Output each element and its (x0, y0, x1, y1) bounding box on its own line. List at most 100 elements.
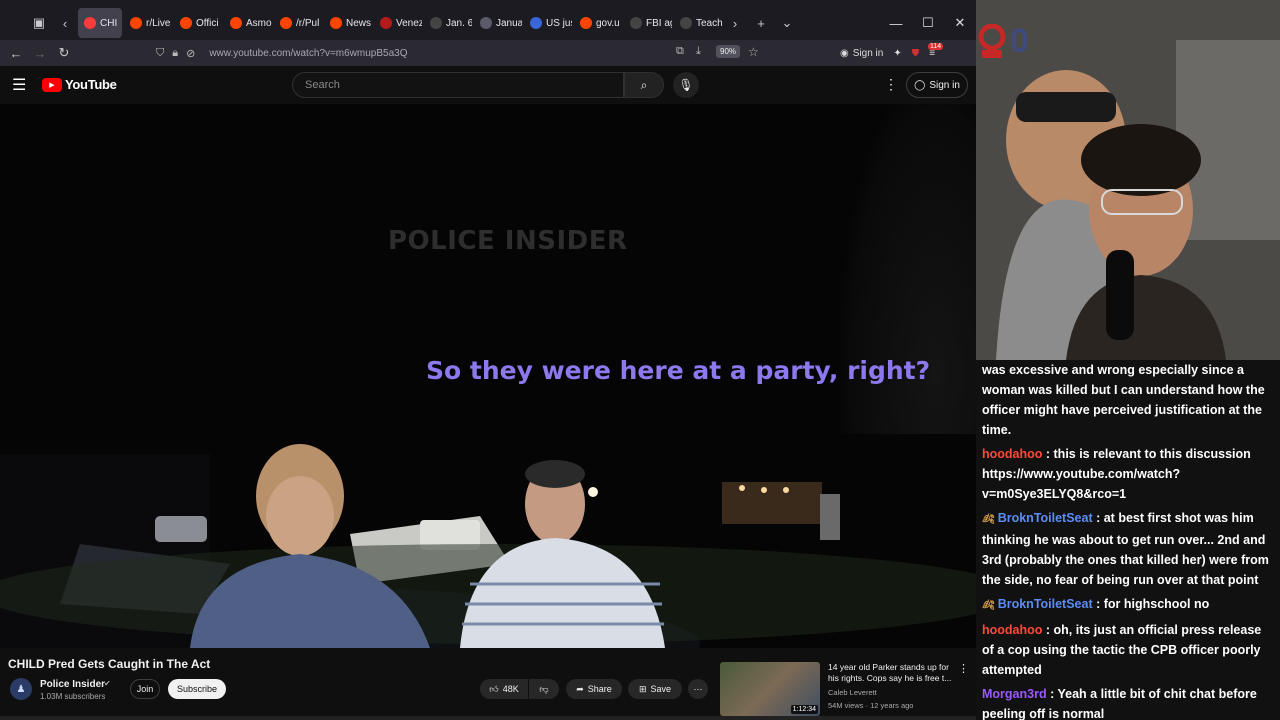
browser-tab[interactable]: r/Live (124, 8, 172, 38)
browser-tab[interactable]: gov.u (574, 8, 622, 38)
nav-right-group: ◉ Sign in ✦ ⛊ ≡ (840, 40, 935, 66)
settings-more-icon[interactable]: ⋮ (884, 76, 898, 93)
tab-strip: CHI✕ r/Live Offici Asmo/r/Pul News Venez Jan. … (78, 8, 722, 38)
recommended-video-meta: 54M views · 12 years ago (828, 701, 914, 710)
new-tab-icon[interactable]: + (748, 8, 774, 38)
tab-overview-icon[interactable]: ▣ (26, 8, 52, 38)
chat-username[interactable]: Morgan3rd (982, 687, 1047, 701)
browser-tab[interactable]: Januar (474, 8, 522, 38)
video-night-scene (0, 434, 976, 648)
url-bar[interactable]: ⛉ 🔒︎ ⊘ www.youtube.com/watch?v=m6wmupB5a… (156, 42, 766, 64)
channel-name[interactable]: Police Insider (40, 679, 105, 690)
more-actions-button[interactable]: ⋯ (688, 679, 708, 699)
tab-label: News (346, 17, 372, 29)
tab-label: Offici (196, 17, 219, 29)
youtube-logo[interactable]: ▶ YouTube (42, 77, 117, 92)
tab-favicon-icon (580, 17, 592, 29)
tab-favicon-icon (680, 17, 692, 29)
recommended-video-title[interactable]: 14 year old Parker stands up for his rig… (828, 662, 958, 684)
channel-avatar[interactable]: ♟ (10, 678, 32, 700)
browser-tab[interactable]: CHI✕ (78, 8, 122, 38)
browser-tab[interactable]: FBI ag (624, 8, 672, 38)
tab-favicon-icon (480, 17, 492, 29)
save-label: Save (650, 684, 672, 694)
browser-tab[interactable]: Asmo (224, 8, 272, 38)
recommended-video-channel[interactable]: Caleb Leverett (828, 688, 877, 697)
more-horizontal-icon: ⋯ (693, 683, 703, 694)
tab-label: Asmo (246, 17, 272, 29)
extensions-icon[interactable]: ✦ (893, 48, 901, 59)
voice-search-button[interactable]: 🎙︎ (673, 72, 699, 98)
share-button[interactable]: ➦ Share (566, 679, 622, 699)
tab-label: Januar (496, 17, 522, 29)
verified-check-icon: ✔ (104, 679, 111, 688)
shield-icon[interactable]: ⛉ (156, 47, 164, 60)
yt-sign-in-button[interactable]: ◯ Sign in (906, 72, 968, 98)
chat-username[interactable]: BroknToiletSeat (998, 597, 1093, 611)
browser-tab[interactable]: Offici (174, 8, 222, 38)
tab-favicon-icon (530, 17, 542, 29)
minimize-icon[interactable]: — (880, 16, 912, 31)
browser-tab[interactable]: US jus (524, 8, 572, 38)
video-progress-track[interactable] (0, 716, 976, 720)
tab-favicon-icon (230, 17, 242, 29)
chat-message: was excessive and wrong especially since… (982, 360, 1274, 440)
browser-tab[interactable]: Venez (374, 8, 422, 38)
tab-favicon-icon (84, 17, 96, 29)
search-input[interactable]: Search (292, 72, 624, 98)
reload-icon[interactable]: ↻ (52, 45, 76, 61)
save-button[interactable]: ⊞ Save (628, 679, 682, 699)
join-button[interactable]: Join (130, 679, 160, 699)
save-page-icon[interactable]: ⤓ (696, 45, 701, 58)
chat-text: for highschool no (1103, 597, 1210, 611)
search-icon: ⌕ (640, 77, 648, 92)
browser-tab[interactable]: Teach (674, 8, 722, 38)
chat-username[interactable]: hoodahoo (982, 623, 1042, 637)
url-text[interactable]: www.youtube.com/watch?v=m6wmupB5a3Q (209, 48, 407, 59)
maximize-icon[interactable]: ☐ (912, 15, 944, 31)
dislike-button[interactable]: 👎︎ (529, 679, 559, 699)
chat-message: 🍂︎ BroknToiletSeat : for highschool no (982, 594, 1274, 616)
browser-tab[interactable]: News (324, 8, 372, 38)
chat-username[interactable]: BroknToiletSeat (998, 511, 1093, 525)
subscriber-count: 1.03M subscribers (40, 692, 106, 701)
tab-favicon-icon (180, 17, 192, 29)
tab-favicon-icon (130, 17, 142, 29)
like-button[interactable]: 👍︎ 48K (480, 679, 528, 699)
close-window-icon[interactable]: ✕ (944, 15, 976, 31)
back-icon[interactable]: ← (4, 46, 28, 61)
tab-list-chevron-icon[interactable]: ⌄ (774, 8, 800, 38)
browser-nav-bar: ← → ↻ ⛉ 🔒︎ ⊘ www.youtube.com/watch?v=m6w… (0, 40, 976, 66)
browser-tab[interactable]: /r/Pul (274, 8, 322, 38)
video-subtitle: So they were here at a party, right? (426, 356, 931, 385)
subscribe-button[interactable]: Subscribe (168, 679, 226, 699)
tab-scroll-left-icon[interactable]: ‹ (52, 8, 78, 38)
recommended-video-menu-icon[interactable]: ⋮ (958, 662, 969, 675)
recommended-video-thumbnail[interactable]: 1:12:34 (720, 662, 820, 716)
chat-username[interactable]: hoodahoo (982, 447, 1042, 461)
chat-separator: : (1092, 597, 1104, 611)
chat-message: 🍂︎ BroknToiletSeat : at best first shot w… (982, 508, 1274, 590)
lock-icon[interactable]: 🔒︎ (172, 47, 178, 60)
video-player[interactable]: POLICE INSIDER So they were here at a pa… (0, 104, 976, 648)
chat-badge-icon: 🍂︎ (982, 600, 995, 611)
user-circle-icon: ◯ (914, 79, 926, 91)
thumbs-down-icon: 👎︎ (539, 683, 549, 694)
picture-in-picture-icon[interactable]: ⧉ (676, 45, 684, 58)
ublock-icon[interactable]: ⛊ (912, 48, 920, 59)
search-button[interactable]: ⌕ (624, 72, 664, 98)
hamburger-menu-icon[interactable]: ☰ (12, 75, 28, 95)
tab-scroll-right-icon[interactable]: › (722, 8, 748, 38)
account-sign-in[interactable]: ◉ Sign in (840, 48, 883, 59)
tab-label: Jan. 6 (446, 17, 472, 29)
browser-tab[interactable]: Jan. 6 (424, 8, 472, 38)
tab-label: CHI (100, 17, 118, 29)
chat-message: hoodahoo : oh, its just an official pres… (982, 620, 1274, 680)
microphone-icon: 🎙︎ (678, 78, 694, 92)
zoom-level-badge[interactable]: 90% (716, 45, 741, 58)
forward-icon[interactable]: → (28, 46, 52, 61)
like-count: 48K (502, 684, 519, 694)
yt-sign-in-label: Sign in (929, 79, 960, 91)
bookmark-star-icon[interactable]: ☆ (748, 45, 759, 59)
permissions-icon[interactable]: ⊘ (186, 47, 195, 60)
